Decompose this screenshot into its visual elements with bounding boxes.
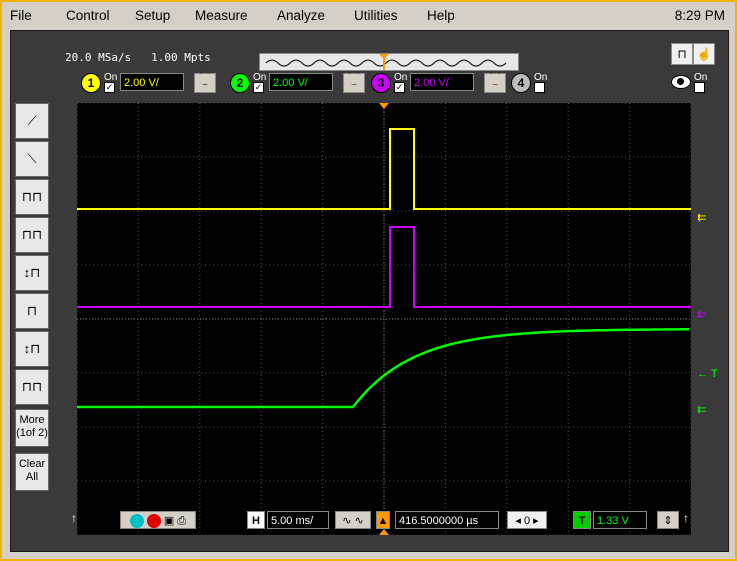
trigger-level-marker[interactable]: ← T [697,368,718,380]
more-softkey[interactable]: More (1of 2) [15,409,49,447]
channel-3-on-label: On [394,72,408,83]
waveform-graticule[interactable] [76,102,692,536]
scroll-up-icon[interactable]: ↑ [71,511,77,525]
channel-1-checkbox[interactable]: ✓ [104,82,115,93]
trigger-level-knob-icon[interactable]: ⇕ [657,511,679,529]
nth-edge-trigger-icon[interactable]: ⊓⊓ [15,217,49,253]
channel-1-badge[interactable]: 1 [81,73,101,93]
scope-display: 20.0 MSa/s 1.00 Mpts ⊓ ☝ 1 On ✓ 2.00 V/ … [10,30,729,552]
menu-bar: File Control Setup Measure Analyze Utili… [2,2,735,30]
channel-2-checkbox[interactable]: ✓ [253,82,264,93]
trigger-label: T [573,511,591,529]
run-icon[interactable] [129,514,144,529]
timebase-knob-icon[interactable]: ∿ ∿ [335,511,371,529]
channel-1-on-label: On [104,72,118,83]
runt-trigger-icon[interactable]: ↕⊓ [15,255,49,291]
quick-action-group: ▣ ⎙ [120,511,196,529]
scroll-down-icon[interactable]: ↑ [683,511,689,525]
delay-marker-icon: ▲ [376,511,390,529]
delay-right-icon[interactable]: ▸ [533,515,539,527]
print-icon[interactable]: ⎙ [177,512,186,530]
delay-nav: ◂ 0 ▸ [507,511,547,529]
top-trigger-marker [379,103,389,109]
clear-all-softkey[interactable]: Clear All [15,453,49,491]
channel-2-knob-icon[interactable]: ⌒ ~ [343,73,365,93]
channel-2-on-label: On [253,72,267,83]
channel-2-ground-marker-icon[interactable]: ⇇ [697,403,706,416]
touch-icon[interactable]: ☝ [693,43,715,65]
channel-1-ground-marker-icon[interactable]: ⇇ [697,211,706,224]
channel-4-on-label: On [534,72,548,83]
transition-trigger-icon[interactable]: ↕⊓ [15,331,49,367]
acquisition-status: 20.0 MSa/s 1.00 Mpts [65,51,211,64]
channel-4-checkbox[interactable] [534,82,545,93]
menu-utilities[interactable]: Utilities [354,8,398,23]
horizontal-label: H [247,511,265,529]
delay-zero-button[interactable]: 0 [524,515,530,527]
sample-rate: 20.0 MSa/s [65,51,132,64]
channel-2-scale[interactable]: 2.00 V/ [269,73,333,91]
trigger-level[interactable]: 1.33 V [593,511,647,529]
menu-analyze[interactable]: Analyze [277,8,325,23]
window-trigger-icon[interactable]: ⊓⊓ [15,369,49,405]
channel-3-knob-icon[interactable]: ⌒ ~ [484,73,506,93]
channel-3-badge[interactable]: 3 [371,73,391,93]
trigger-marker-label: T [710,368,718,380]
run-stop-icon[interactable]: ⊓ [671,43,693,65]
pulse-trigger-icon[interactable]: ⊓⊓ [15,179,49,215]
display-on-label: On [694,72,708,83]
channel-3-ground-marker-icon[interactable]: ⇇ [697,308,706,321]
menu-measure[interactable]: Measure [195,8,248,23]
rising-edge-trigger-icon[interactable]: ⟋ [15,103,49,139]
horizontal-delay[interactable]: 416.5000000 µs [395,511,499,529]
timebase-scale[interactable]: 5.00 ms/ [267,511,329,529]
scope-window: File Control Setup Measure Analyze Utili… [0,0,737,561]
menu-control[interactable]: Control [66,8,110,23]
waveform-svg [76,102,692,536]
channel-3-checkbox[interactable]: ✓ [394,82,405,93]
channel-1-knob-icon[interactable]: ⌒ ~ [194,73,216,93]
menu-file[interactable]: File [10,8,32,23]
falling-edge-trigger-icon[interactable]: ⟍ [15,141,49,177]
setup-hold-trigger-icon[interactable]: ⊓ [15,293,49,329]
channel-2-badge[interactable]: 2 [230,73,250,93]
clock: 8:29 PM [674,8,725,23]
memory-bar[interactable] [259,53,519,71]
display-checkbox[interactable] [694,82,705,93]
camera-icon[interactable]: ▣ [164,512,174,530]
channel-2-trace [77,328,689,409]
memory-depth: 1.00 Mpts [151,51,211,64]
delay-left-icon[interactable]: ◂ [515,515,521,527]
eye-icon[interactable] [671,75,691,89]
menu-setup[interactable]: Setup [135,8,170,23]
memory-bar-waveform-icon [265,54,507,70]
channel-1-scale[interactable]: 2.00 V/ [120,73,184,91]
menu-help[interactable]: Help [427,8,455,23]
channel-3-scale[interactable]: 2.00 V/ [410,73,474,91]
stop-icon[interactable] [146,514,161,529]
channel-4-badge[interactable]: 4 [511,73,531,93]
